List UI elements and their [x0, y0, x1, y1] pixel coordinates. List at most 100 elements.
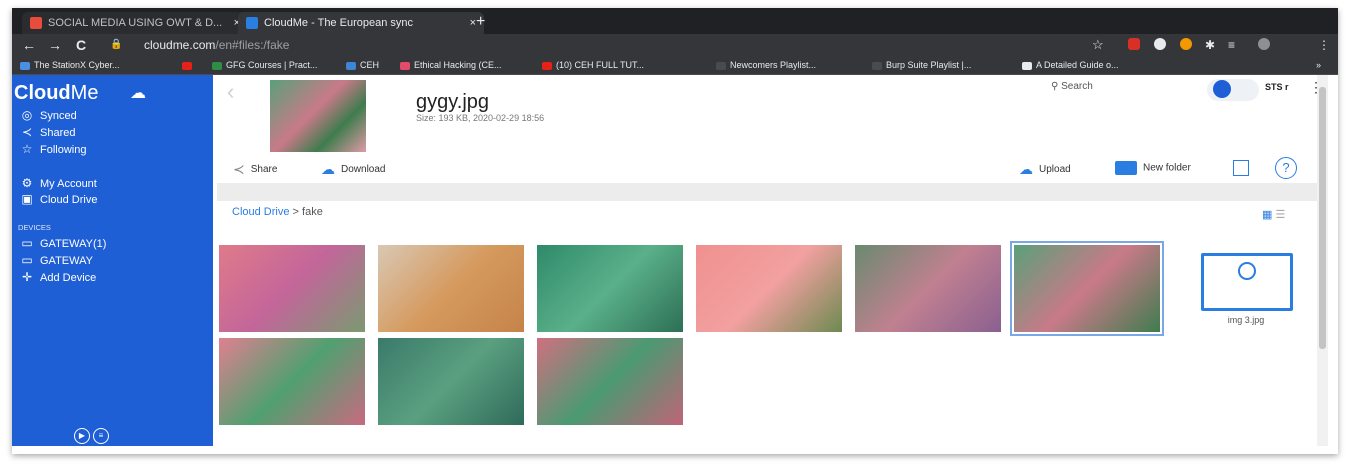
download-button[interactable]: ☁ Download [321, 161, 385, 178]
sidebar-item-synced[interactable]: ◎ Synced [18, 108, 77, 122]
breadcrumb: Cloud Drive > fake [232, 206, 323, 218]
file-tile[interactable] [537, 338, 683, 425]
forward-arrow-icon[interactable]: → [48, 36, 62, 54]
bookmark-item[interactable]: Ethical Hacking (CE... [400, 58, 502, 72]
add-device-icon: ✛ [21, 270, 33, 284]
sidebar-item-label: Shared [40, 127, 76, 139]
pdf-extension-icon[interactable] [1128, 38, 1140, 50]
extension-icon[interactable] [1180, 38, 1192, 50]
sidebar-bottom-controls: ▶ ≡ [74, 427, 118, 445]
user-name[interactable]: STS r [1265, 82, 1289, 92]
bookmarks-more-icon[interactable]: » [1316, 58, 1321, 72]
url-field[interactable]: cloudme.com/en#files:/fake [144, 37, 289, 53]
bookmark-item[interactable]: The StationX Cyber... [20, 58, 120, 72]
puzzle-extension-icon[interactable]: ✱ [1205, 36, 1215, 54]
trash-button[interactable] [1233, 160, 1255, 176]
tab-social-media[interactable]: SOCIAL MEDIA USING OWT & D... × [22, 12, 248, 34]
url-host: cloudme.com [144, 38, 216, 52]
sidebar-item-label: Following [40, 144, 87, 156]
file-tile[interactable] [537, 245, 683, 332]
back-chevron-icon[interactable]: ‹ [227, 79, 234, 105]
bookmark-star-icon[interactable]: ☆ [1092, 36, 1104, 54]
tab-label: CloudMe - The European sync [264, 17, 413, 29]
profile-icon[interactable] [1258, 38, 1270, 50]
search-icon: ⚲ [1051, 81, 1059, 92]
sidebar-add-device[interactable]: ✛ Add Device [18, 270, 96, 284]
list-view-icon[interactable]: ☰ [1275, 209, 1285, 221]
file-meta: Size: 193 KB, 2020-02-29 18:56 [416, 113, 545, 123]
file-tile[interactable] [378, 245, 524, 332]
cloud-upload-icon: ☁ [1019, 161, 1033, 177]
playlist-icon[interactable]: ≡ [1228, 36, 1235, 54]
avatar[interactable] [1207, 79, 1259, 101]
file-tile[interactable] [696, 245, 842, 332]
sidebar-device-gateway-1[interactable]: ▭ GATEWAY(1) [18, 236, 106, 250]
grid-view-icon[interactable]: ▦ [1262, 209, 1272, 221]
sidebar-device-gateway[interactable]: ▭ GATEWAY [18, 253, 93, 267]
star-icon: ☆ [21, 142, 33, 156]
file-tile[interactable] [219, 338, 365, 425]
tab-favicon-icon [30, 17, 42, 30]
new-tab-button[interactable]: + [476, 12, 485, 32]
bookmark-item[interactable]: Newcomers Playlist... [716, 58, 816, 72]
toolbar-divider [217, 183, 1325, 201]
monitor-icon: ▭ [21, 236, 33, 250]
bookmark-item[interactable]: Burp Suite Playlist |... [872, 58, 971, 72]
bookmark-item[interactable]: GFG Courses | Pract... [212, 58, 317, 72]
sidebar-item-shared[interactable]: ≺ Shared [18, 125, 76, 139]
sidebar-item-label: My Account [40, 178, 97, 190]
view-toggle: ▦ ☰ [1262, 208, 1285, 221]
bookmarks-bar: The StationX Cyber... GFG Courses | Prac… [12, 56, 1338, 75]
gear-icon: ⚙ [21, 176, 33, 190]
monitor-icon: ▭ [21, 253, 33, 267]
sidebar-item-following[interactable]: ☆ Following [18, 142, 87, 156]
file-label: img 3.jpg [1227, 315, 1265, 325]
cloud-logo-icon: ☁ [130, 85, 146, 102]
bookmark-item[interactable]: CEH [346, 58, 379, 72]
share-icon: ≺ [233, 161, 245, 177]
share-button[interactable]: ≺ Share [233, 161, 277, 178]
file-tile[interactable] [219, 245, 365, 332]
play-icon[interactable]: ▶ [74, 427, 90, 444]
file-tile-placeholder[interactable]: img 3.jpg [1173, 245, 1319, 332]
file-tile[interactable] [855, 245, 1001, 332]
tab-favicon-icon [246, 17, 258, 30]
sidebar-item-my-account[interactable]: ⚙ My Account [18, 176, 97, 190]
bookmark-youtube-icon[interactable] [182, 58, 196, 72]
selected-file-thumbnail [270, 80, 366, 152]
lock-icon: 🔒 [110, 39, 123, 50]
upload-button[interactable]: ☁ Upload [1019, 161, 1071, 178]
reload-icon[interactable]: C [76, 36, 86, 54]
share-icon: ≺ [21, 125, 33, 139]
breadcrumb-current: fake [302, 206, 323, 218]
tab-label: SOCIAL MEDIA USING OWT & D... [48, 17, 223, 29]
tab-strip: SOCIAL MEDIA USING OWT & D... × CloudMe … [12, 8, 1338, 34]
cloudme-logo[interactable]: CloudMe [14, 82, 98, 105]
cloud-download-icon: ☁ [321, 161, 335, 177]
scrollbar[interactable] [1317, 75, 1328, 446]
file-tile[interactable] [1010, 241, 1164, 336]
bookmark-item[interactable]: (10) CEH FULL TUT... [542, 58, 644, 72]
breadcrumb-root-link[interactable]: Cloud Drive [232, 206, 289, 218]
sidebar-item-cloud-drive[interactable]: ▣ Cloud Drive [18, 192, 97, 206]
tab-cloudme[interactable]: CloudMe - The European sync × [238, 12, 484, 34]
bookmark-item[interactable]: A Detailed Guide o... [1022, 58, 1119, 72]
sync-icon: ◎ [21, 108, 33, 122]
drive-icon: ▣ [21, 192, 33, 206]
scrollbar-thumb[interactable] [1319, 87, 1326, 349]
sidebar-item-label: Cloud Drive [40, 194, 98, 206]
search-field[interactable]: ⚲ Search [1051, 81, 1093, 92]
address-bar-row: ← → C 🔒 cloudme.com/en#files:/fake ☆ ✱ ≡… [12, 34, 1338, 56]
menu-icon[interactable]: ≡ [93, 427, 109, 444]
sidebar-item-label: GATEWAY(1) [40, 238, 107, 250]
new-folder-button[interactable]: New folder [1115, 161, 1191, 175]
sidebar-item-label: Synced [40, 110, 77, 122]
sidebar-item-label: GATEWAY [40, 255, 93, 267]
file-tile[interactable] [378, 338, 524, 425]
user-icon [1213, 80, 1231, 98]
back-arrow-icon[interactable]: ← [22, 36, 36, 54]
extension-icon[interactable] [1154, 38, 1166, 50]
menu-kebab-icon[interactable]: ⋮ [1318, 36, 1330, 54]
image-placeholder-icon [1201, 253, 1293, 311]
help-button[interactable]: ? [1275, 157, 1297, 179]
